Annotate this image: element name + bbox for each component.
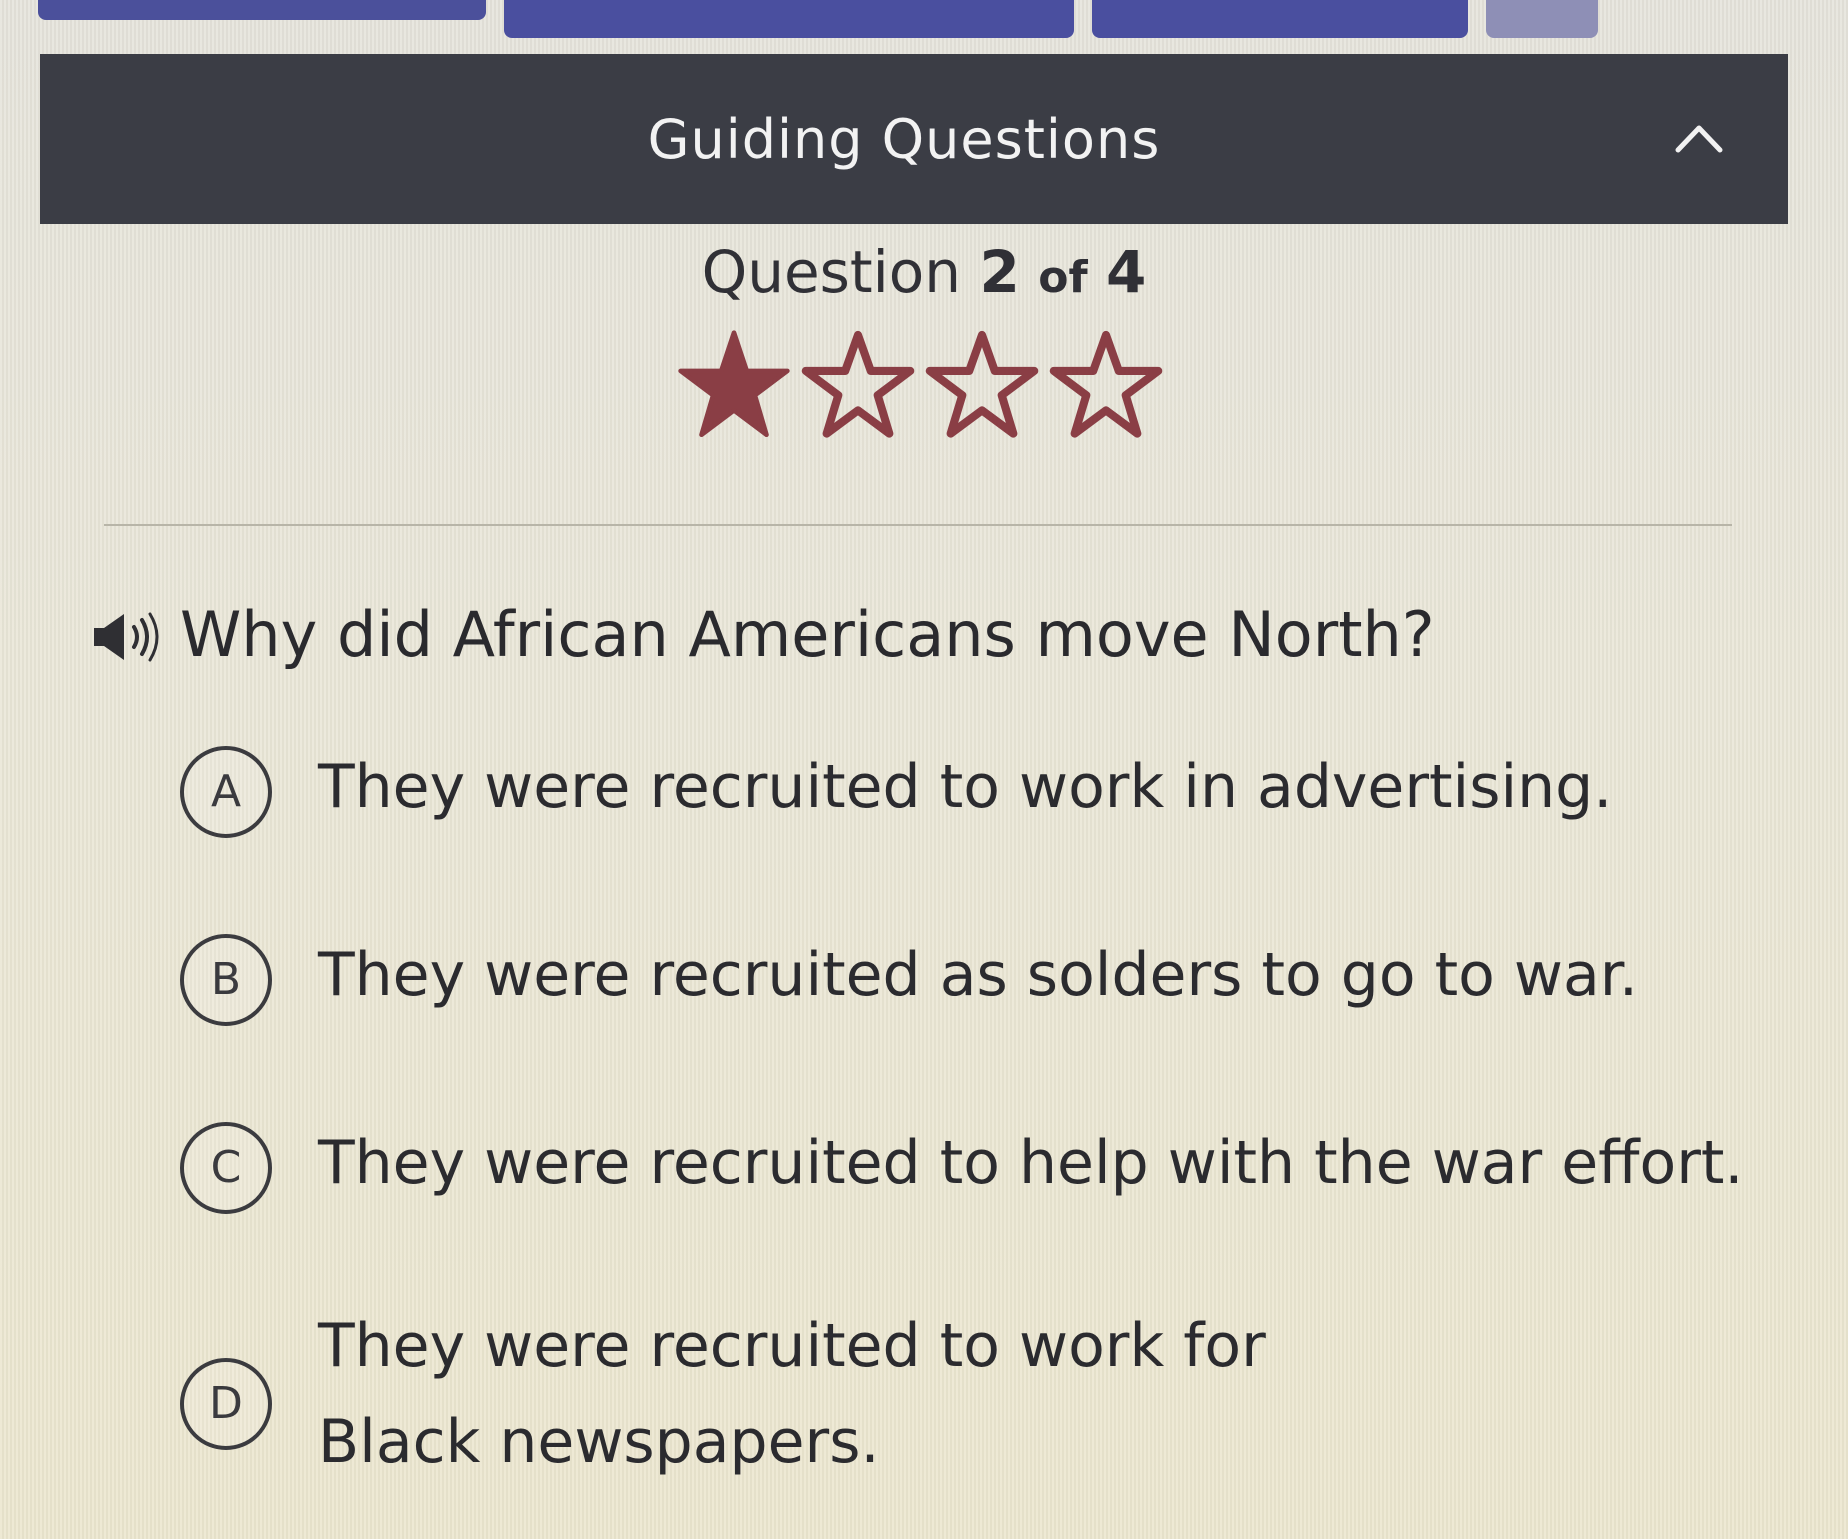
tab-1[interactable] xyxy=(38,0,486,20)
question-current: 2 xyxy=(979,238,1020,306)
divider xyxy=(104,524,1732,526)
choice-letter-badge: A xyxy=(180,746,272,838)
star-outline-icon xyxy=(1048,328,1164,444)
choice-letter-badge: B xyxy=(180,934,272,1026)
tab-2[interactable] xyxy=(504,0,1074,38)
top-tab-strip xyxy=(0,0,1848,44)
question-count: Question 2 of 4 xyxy=(0,238,1848,306)
star-rating xyxy=(676,328,1163,448)
header-title: Guiding Questions xyxy=(647,107,1161,171)
question-label: Question xyxy=(701,238,961,306)
choice-letter-badge: D xyxy=(180,1358,272,1450)
choice-text: They were recruited to help with the war… xyxy=(318,1128,1744,1198)
question-of: of xyxy=(1038,252,1088,303)
star-outline-icon xyxy=(924,328,1040,444)
guiding-questions-header[interactable]: Guiding Questions xyxy=(40,54,1788,224)
choice-text: They were recruited to work for Black ne… xyxy=(318,1311,1266,1477)
question-text: Why did African Americans move North? xyxy=(180,598,1435,671)
choice-letter-badge: C xyxy=(180,1122,272,1214)
star-filled-icon xyxy=(676,328,792,444)
tab-4[interactable] xyxy=(1486,0,1598,38)
question-total: 4 xyxy=(1106,238,1147,306)
tab-3[interactable] xyxy=(1092,0,1468,38)
choice-text: They were recruited as solders to go to … xyxy=(318,940,1638,1010)
choice-text: They were recruited to work in advertisi… xyxy=(318,752,1613,822)
star-outline-icon xyxy=(800,328,916,444)
speaker-icon[interactable] xyxy=(90,610,164,664)
chevron-up-icon[interactable] xyxy=(1672,112,1726,166)
